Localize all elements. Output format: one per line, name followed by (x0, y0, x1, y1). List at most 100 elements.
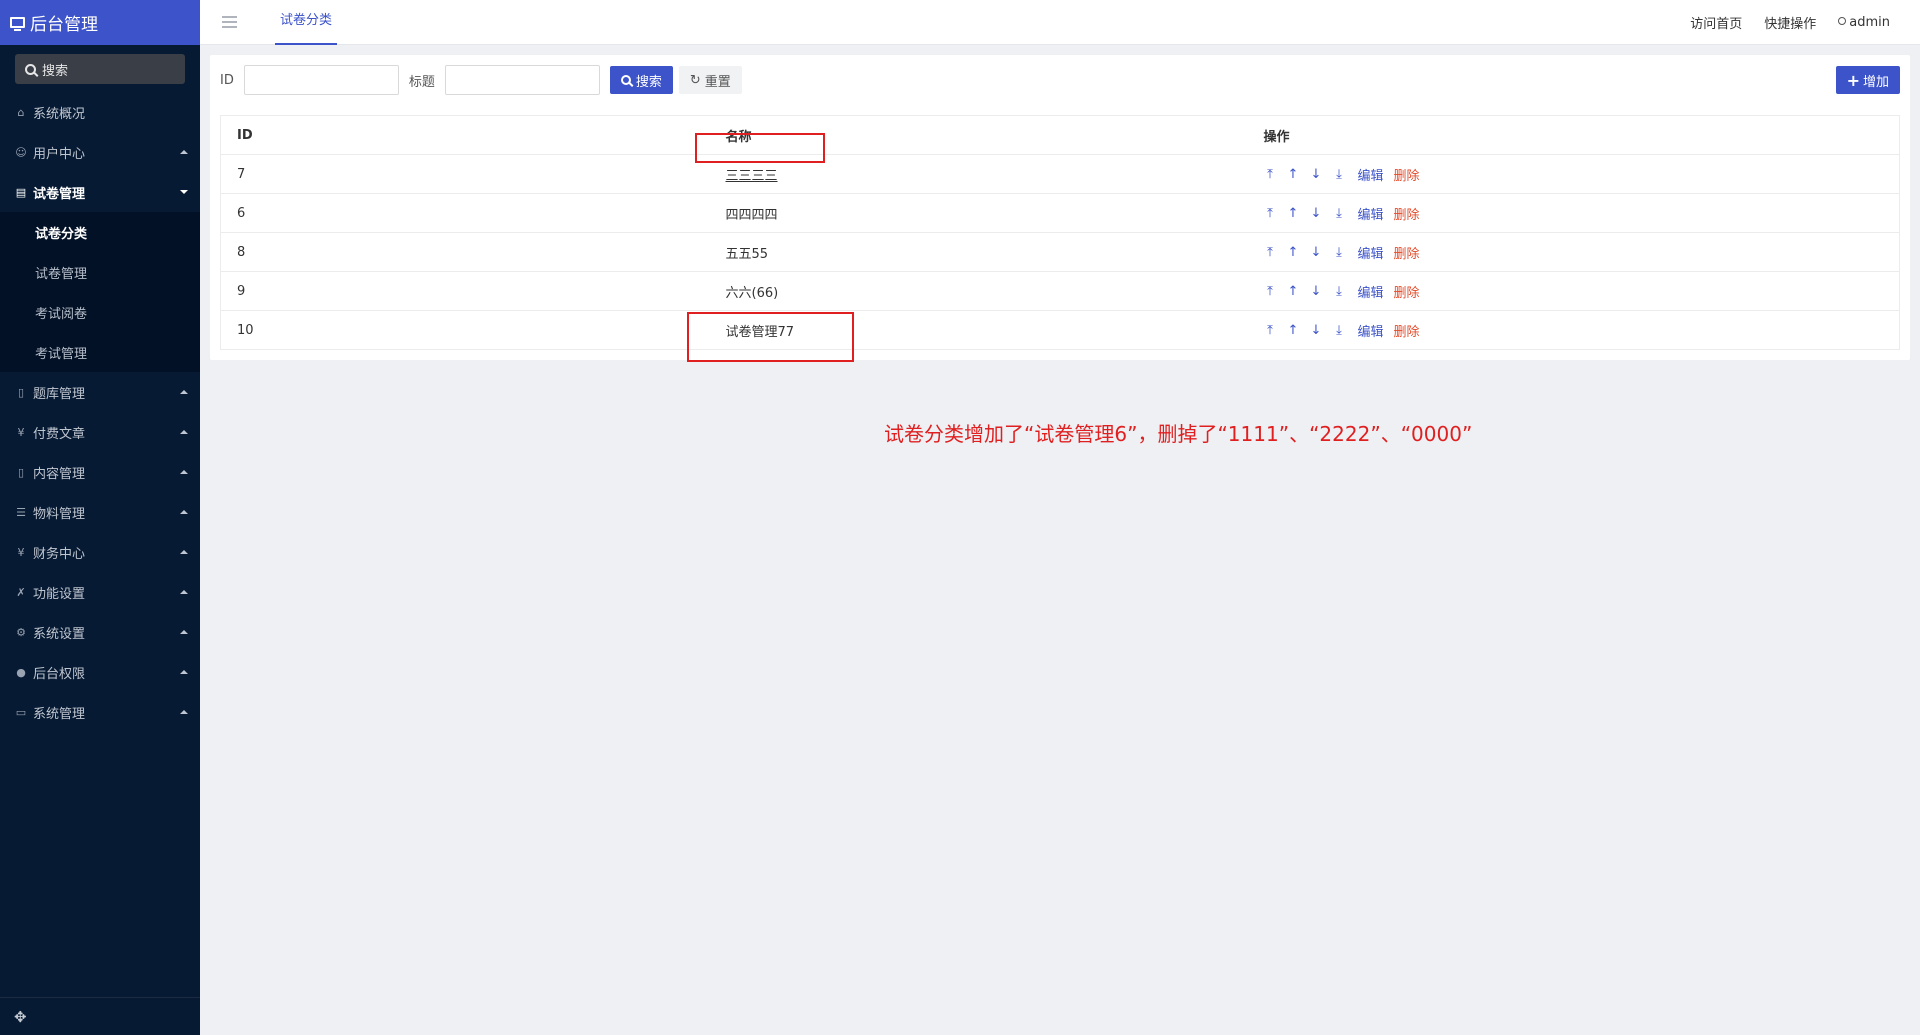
title-input[interactable] (444, 65, 600, 95)
caret-up-icon (180, 630, 188, 634)
sidebar-item-label: 物料管理 (33, 506, 86, 522)
annotation-text: 试卷分类增加了“试卷管理6”，删掉了“1111”、“2222”、“0000” (884, 422, 1473, 446)
sidebar-menu: ⌂ 系统概况 ☺ 用户中心 ▤ 试卷管理 试卷分类 试卷管理 考试阅卷 考试管理 ▯ 题库管理 ¥ 付费文… (0, 92, 200, 732)
cell-name: 六六(66) (725, 271, 1264, 311)
sidebar-item[interactable]: ▤ 试卷管理 (0, 172, 200, 212)
sidebar-subitem[interactable]: 试卷管理 (0, 252, 200, 292)
sidebar-item-label: 系统管理 (33, 706, 86, 722)
sidebar-item[interactable]: ⚙ 系统设置 (0, 612, 200, 652)
down-icon[interactable]: ↓ (1310, 245, 1323, 260)
sidebar-subitem[interactable]: 考试阅卷 (0, 292, 200, 332)
up-icon[interactable]: ↑ (1287, 323, 1300, 338)
table-header-row: ID 名称 操作 (220, 115, 1900, 155)
bottom-icon[interactable]: ⤓ (1333, 284, 1346, 299)
brand-title: 后台管理 (30, 15, 98, 35)
user-menu[interactable]: admin (1838, 15, 1890, 30)
delete-button[interactable]: 删除 (1394, 321, 1420, 340)
sidebar-item[interactable]: ● 后台权限 (0, 652, 200, 692)
brand[interactable]: 后台管理 (0, 0, 200, 45)
cell-id: 7 (220, 154, 726, 194)
caret-up-icon (180, 470, 188, 474)
sidebar-item[interactable]: ☺ 用户中心 (0, 132, 200, 172)
cell-id: 6 (220, 193, 726, 233)
down-icon[interactable]: ↓ (1310, 167, 1323, 182)
plus-icon: + (1846, 70, 1860, 90)
quick-actions-link[interactable]: 快捷操作 (1764, 13, 1816, 32)
sidebar-item-label: 用户中心 (33, 146, 86, 162)
top-icon[interactable]: ⤒ (1264, 245, 1277, 260)
delete-button[interactable]: 删除 (1394, 243, 1420, 262)
sidebar-item[interactable]: ¥ 财务中心 (0, 532, 200, 572)
edit-button[interactable]: 编辑 (1358, 165, 1384, 184)
sidebar-item[interactable]: ▯ 内容管理 (0, 452, 200, 492)
cell-actions: ⤒ ↑ ↓ ⤓ 编辑 删除 (1263, 310, 1900, 350)
sidebar-search[interactable]: 搜索 (15, 54, 185, 84)
list-icon: ☰ (16, 505, 26, 519)
tab-exam-category[interactable]: 试卷分类 (275, 0, 338, 45)
edit-button[interactable]: 编辑 (1358, 321, 1384, 340)
sidebar-item[interactable]: ▯ 题库管理 (0, 372, 200, 412)
edit-button[interactable]: 编辑 (1358, 243, 1384, 262)
top-icon[interactable]: ⤒ (1264, 167, 1277, 182)
title-label: 标题 (408, 74, 435, 90)
move-icon[interactable]: ✥ (0, 997, 200, 1035)
sidebar-item-label: 系统设置 (33, 626, 86, 642)
cell-actions: ⤒ ↑ ↓ ⤓ 编辑 删除 (1263, 154, 1900, 194)
cell-id: 9 (220, 271, 726, 311)
add-button-label: 增加 (1862, 74, 1889, 90)
down-icon[interactable]: ↓ (1310, 284, 1323, 299)
top-icon[interactable]: ⤒ (1264, 323, 1277, 338)
visit-home-link[interactable]: 访问首页 (1690, 13, 1742, 32)
menu-toggle-icon[interactable] (222, 16, 237, 31)
up-icon[interactable]: ↑ (1287, 284, 1300, 299)
sidebar-submenu: 试卷分类 试卷管理 考试阅卷 考试管理 (0, 212, 200, 372)
bottom-icon[interactable]: ⤓ (1333, 323, 1346, 338)
top-icon[interactable]: ⤒ (1264, 206, 1277, 221)
cell-actions: ⤒ ↑ ↓ ⤓ 编辑 删除 (1263, 193, 1900, 233)
sidebar-item[interactable]: ⌂ 系统概况 (0, 92, 200, 132)
sidebar-item[interactable]: ¥ 付费文章 (0, 412, 200, 452)
caret-down-icon (180, 190, 188, 194)
caret-up-icon (180, 710, 188, 714)
bottom-icon[interactable]: ⤓ (1333, 167, 1346, 182)
down-icon[interactable]: ↓ (1310, 323, 1323, 338)
search-button[interactable]: 搜索 (609, 66, 673, 94)
cell-name: 五五55 (725, 232, 1264, 272)
sidebar-item-label: 财务中心 (33, 546, 86, 562)
cell-id: 10 (220, 310, 726, 350)
edit-button[interactable]: 编辑 (1358, 204, 1384, 223)
up-icon[interactable]: ↑ (1287, 206, 1300, 221)
file-icon: ▯ (17, 385, 25, 399)
reset-button-label: 重置 (704, 74, 731, 90)
sidebar-item[interactable]: ✗ 功能设置 (0, 572, 200, 612)
delete-button[interactable]: 删除 (1394, 165, 1420, 184)
gear-icon: ⚙ (16, 625, 26, 639)
delete-button[interactable]: 删除 (1394, 282, 1420, 301)
sidebar-search-label: 搜索 (42, 63, 69, 79)
yen-icon: ¥ (17, 425, 25, 439)
down-icon[interactable]: ↓ (1310, 206, 1323, 221)
bottom-icon[interactable]: ⤓ (1333, 206, 1346, 221)
add-button[interactable]: + 增加 (1835, 66, 1900, 94)
sidebar-item-label: 后台权限 (33, 666, 86, 682)
top-icon[interactable]: ⤒ (1264, 284, 1277, 299)
highlight-box (687, 312, 854, 362)
sidebar-item[interactable]: ☰ 物料管理 (0, 492, 200, 532)
search-button-label: 搜索 (635, 74, 662, 90)
up-icon[interactable]: ↑ (1287, 167, 1300, 182)
bottom-icon[interactable]: ⤓ (1333, 245, 1346, 260)
sidebar-subitem[interactable]: 试卷分类 (0, 212, 200, 252)
table-row: 6 四四四四 ⤒ ↑ ↓ ⤓ 编辑 删除 (220, 193, 1900, 233)
up-icon[interactable]: ↑ (1287, 245, 1300, 260)
reset-button[interactable]: ↻ 重置 (678, 66, 742, 94)
caret-up-icon (180, 670, 188, 674)
id-input[interactable] (243, 65, 399, 95)
delete-button[interactable]: 删除 (1394, 204, 1420, 223)
refresh-icon: ↻ (689, 72, 701, 88)
column-header-actions: 操作 (1263, 115, 1900, 155)
sidebar-subitem[interactable]: 考试管理 (0, 332, 200, 372)
edit-button[interactable]: 编辑 (1358, 282, 1384, 301)
monitor-icon (10, 17, 25, 31)
sidebar-item[interactable]: ▭ 系统管理 (0, 692, 200, 732)
document-icon: ▯ (17, 465, 25, 479)
